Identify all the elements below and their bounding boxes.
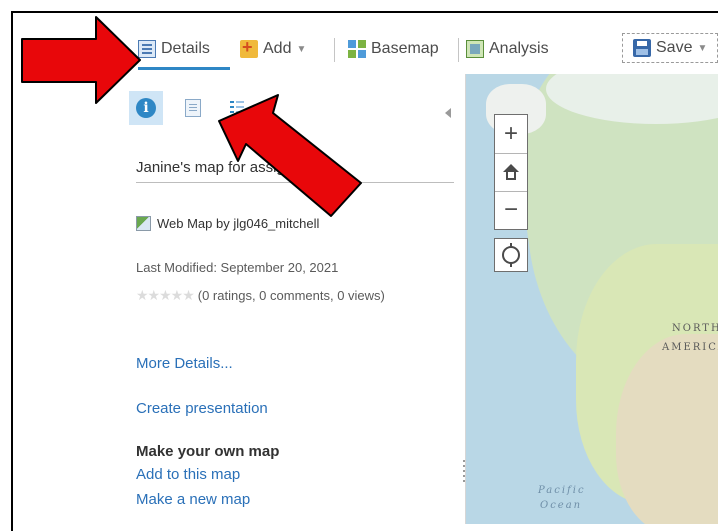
minus-icon: −: [503, 196, 518, 223]
map-label-pacific: Pacific: [538, 485, 586, 496]
map-title: Janine's map for assignment: [136, 159, 327, 176]
locate-icon: [502, 243, 520, 267]
default-extent-button[interactable]: [495, 153, 527, 192]
title-divider: [136, 182, 454, 183]
zoom-control: + −: [494, 114, 528, 230]
basemap-label: Basemap: [371, 40, 439, 57]
chevron-down-icon: ▼: [296, 43, 307, 55]
save-button[interactable]: Save ▼: [622, 33, 718, 63]
add-button[interactable]: Add ▼: [240, 37, 307, 60]
toolbar-divider: [458, 38, 459, 62]
analysis-icon: [466, 40, 484, 58]
map-label-ocean: Ocean: [540, 500, 583, 511]
legend-icon: [230, 99, 244, 117]
map-owner: Web Map by jlg046_mitchell: [136, 216, 319, 231]
more-details-link[interactable]: More Details...: [136, 355, 233, 372]
own-map-heading: Make your own map: [136, 443, 280, 460]
info-icon: i: [136, 98, 156, 118]
add-icon: [240, 37, 258, 58]
add-label: Add: [263, 40, 292, 57]
ratings-text: (0 ratings, 0 comments, 0 views): [197, 288, 385, 303]
analysis-label: Analysis: [489, 40, 549, 57]
content-list-icon: [185, 99, 201, 117]
rating-stars-icon[interactable]: ★★★★★: [136, 287, 195, 303]
tab-content[interactable]: [176, 91, 210, 125]
details-active-indicator: [138, 67, 230, 70]
details-label: Details: [161, 40, 210, 57]
web-map-icon: [136, 216, 151, 231]
zoom-in-button[interactable]: +: [495, 115, 527, 154]
ratings-row: ★★★★★ (0 ratings, 0 comments, 0 views): [136, 285, 426, 306]
details-icon: [138, 40, 156, 58]
home-icon: [502, 164, 520, 180]
create-presentation-link[interactable]: Create presentation: [136, 400, 268, 417]
chevron-down-icon: ▼: [697, 42, 708, 54]
details-button[interactable]: Details: [138, 38, 210, 60]
analysis-button[interactable]: Analysis: [466, 38, 549, 60]
owner-text: Web Map by jlg046_mitchell: [157, 216, 320, 231]
locate-button[interactable]: [494, 238, 528, 272]
map-label-america: AMERICA: [662, 342, 718, 353]
basemap-button[interactable]: Basemap: [348, 38, 439, 60]
details-panel: i Janine's map for assignment Web Map by…: [112, 74, 466, 524]
panel-resize-handle[interactable]: [463, 460, 465, 482]
last-modified: Last Modified: September 20, 2021: [136, 260, 339, 275]
make-new-map-link[interactable]: Make a new map: [136, 491, 250, 508]
plus-icon: +: [503, 120, 518, 147]
tab-about[interactable]: i: [129, 91, 163, 125]
map-label-north: NORTH: [672, 323, 718, 334]
toolbar-divider: [334, 38, 335, 62]
zoom-out-button[interactable]: −: [495, 191, 527, 229]
save-label: Save: [656, 39, 693, 56]
add-to-map-link[interactable]: Add to this map: [136, 466, 240, 483]
basemap-icon: [348, 40, 366, 58]
collapse-panel-icon[interactable]: [445, 108, 451, 118]
tab-legend[interactable]: [220, 91, 254, 125]
save-icon: [633, 39, 651, 57]
